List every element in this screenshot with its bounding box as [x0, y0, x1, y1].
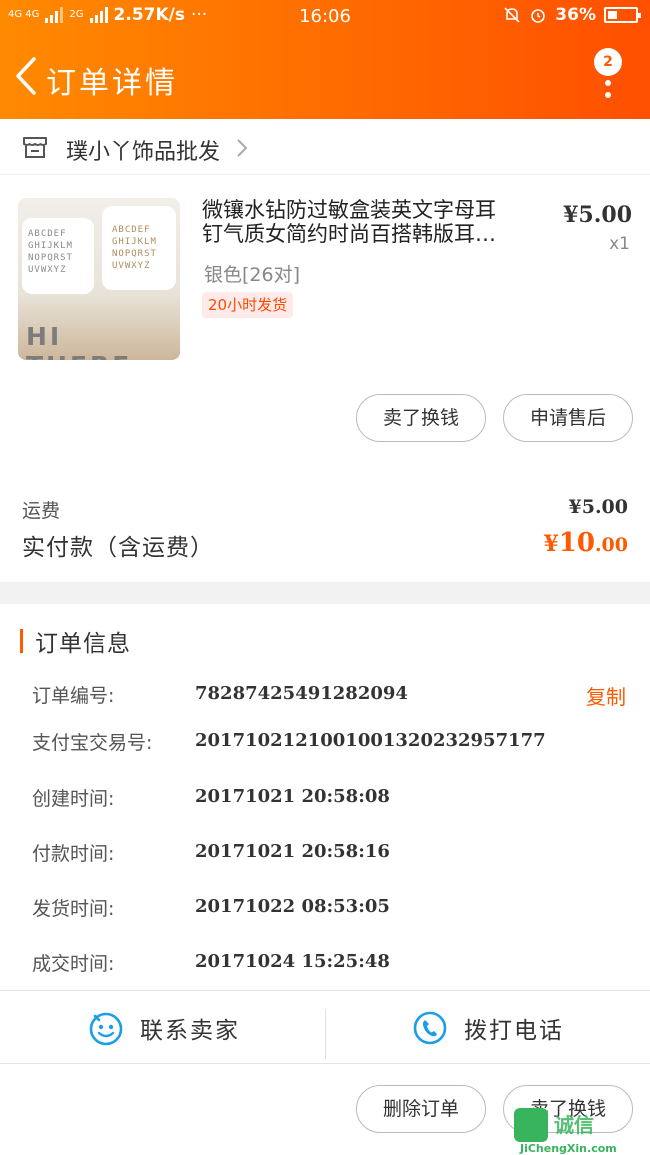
- section-divider: [0, 582, 650, 604]
- contact-divider: [325, 1009, 326, 1059]
- totals-section: 运费 ¥5.00 实付款（含运费） ¥10.00: [0, 466, 650, 581]
- alarm-icon: [531, 9, 546, 23]
- order-info-header: 订单信息: [20, 628, 131, 657]
- product-title[interactable]: 微镶水钻防过敏盒装英文字母耳 钉气质女简约时尚百搭韩版耳…: [202, 198, 537, 246]
- watermark-subtext: JiChengXin.com: [520, 1142, 617, 1155]
- message-badge: 2: [594, 48, 622, 76]
- product-image[interactable]: ABCDEF GHIJKLM NOPQRST UVWXYZ ABCDEF GHI…: [18, 198, 180, 360]
- header-bar: 4G 4G 2G 2.57K/s ··· 16:06 36% 订单详情 2: [0, 0, 650, 119]
- watermark: 诚信 JiChengXin.com: [514, 1108, 644, 1155]
- info-row-paid-time: 付款时间: 20171021 20:58:16: [0, 839, 650, 869]
- product-price: ¥5.00: [563, 202, 632, 228]
- image-caption: HI THERE: [26, 322, 129, 360]
- contact-seller-button[interactable]: 联系卖家: [88, 991, 240, 1065]
- info-label: 订单编号:: [32, 685, 115, 707]
- info-value: 2017102121001001320232957177: [195, 730, 546, 751]
- shop-icon: [23, 137, 47, 158]
- nav-bar: 订单详情 2: [0, 44, 650, 108]
- chevron-right-icon: [237, 139, 248, 157]
- delete-order-button[interactable]: 删除订单: [356, 1085, 486, 1133]
- shipping-tag: 20小时发货: [202, 292, 294, 318]
- image-letters-right: ABCDEF GHIJKLM NOPQRST UVWXYZ: [112, 225, 157, 271]
- order-info-title: 订单信息: [35, 631, 131, 657]
- info-value: 20171022 08:53:05: [195, 896, 390, 917]
- product-card: ABCDEF GHIJKLM NOPQRST UVWXYZ ABCDEF GHI…: [0, 176, 650, 466]
- paid-label: 实付款（含运费）: [22, 535, 214, 561]
- page-title: 订单详情: [46, 66, 178, 101]
- call-phone-label: 拨打电话: [464, 1018, 564, 1044]
- image-letters-left: ABCDEF GHIJKLM NOPQRST UVWXYZ: [28, 229, 73, 275]
- contact-bar: 联系卖家 拨打电话: [0, 990, 650, 1064]
- info-value: 20171021 20:58:08: [195, 786, 390, 807]
- paid-currency: ¥: [543, 531, 559, 557]
- paid-integer: 10: [558, 528, 595, 558]
- paid-decimal: .00: [594, 534, 628, 556]
- more-dot-icon: [605, 92, 611, 98]
- info-value: 20171021 20:58:16: [195, 841, 390, 862]
- watermark-text: 诚信: [554, 1113, 594, 1137]
- info-row-shipped-time: 发货时间: 20171022 08:53:05: [0, 894, 650, 924]
- info-value: 20171024 15:25:48: [195, 951, 390, 972]
- copy-button[interactable]: 复制: [586, 681, 626, 710]
- product-title-line-2: 钉气质女简约时尚百搭韩版耳…: [202, 222, 496, 246]
- battery-icon: [604, 7, 641, 23]
- shipping-label: 运费: [22, 500, 61, 522]
- after-sale-button[interactable]: 申请售后: [503, 394, 633, 442]
- info-row-order-number: 订单编号: 78287425491282094 复制: [0, 681, 650, 711]
- chat-face-icon: [89, 1012, 123, 1046]
- back-arrow-icon[interactable]: [12, 56, 38, 96]
- section-accent-bar: [20, 629, 23, 653]
- battery-text: 36%: [555, 5, 596, 25]
- product-sku: 银色[26对]: [204, 264, 301, 286]
- watermark-logo-icon: [514, 1108, 548, 1142]
- status-bar: 4G 4G 2G 2.57K/s ··· 16:06 36%: [0, 0, 650, 34]
- contact-seller-label: 联系卖家: [140, 1018, 240, 1044]
- product-title-line-1: 微镶水钻防过敏盒装英文字母耳: [202, 198, 496, 222]
- order-info-section: 订单信息 订单编号: 78287425491282094 复制 支付宝交易号: …: [0, 604, 650, 989]
- info-row-alipay-trade-number: 支付宝交易号: 2017102121001001320232957177: [0, 728, 650, 758]
- sell-button[interactable]: 卖了换钱: [356, 394, 486, 442]
- shop-row[interactable]: 璞小丫饰品批发: [0, 119, 650, 175]
- more-menu-button[interactable]: 2: [594, 48, 622, 104]
- info-row-completed-time: 成交时间: 20171024 15:25:48: [0, 949, 650, 979]
- shipping-value: ¥5.00: [568, 496, 629, 518]
- info-label: 创建时间:: [32, 788, 115, 810]
- call-phone-button[interactable]: 拨打电话: [412, 991, 564, 1065]
- status-right: 36%: [503, 5, 641, 25]
- info-value: 78287425491282094: [195, 683, 408, 704]
- paid-value: ¥10.00: [543, 528, 628, 558]
- info-label: 成交时间:: [32, 953, 115, 975]
- more-dot-icon: [605, 80, 611, 86]
- info-label: 付款时间:: [32, 843, 115, 865]
- product-quantity: x1: [609, 234, 630, 254]
- info-row-created-time: 创建时间: 20171021 20:58:08: [0, 784, 650, 814]
- mute-bell-icon: [504, 7, 520, 23]
- phone-icon: [413, 1011, 447, 1045]
- info-label: 支付宝交易号:: [32, 732, 153, 754]
- shop-name: 璞小丫饰品批发: [66, 140, 221, 165]
- info-label: 发货时间:: [32, 898, 115, 920]
